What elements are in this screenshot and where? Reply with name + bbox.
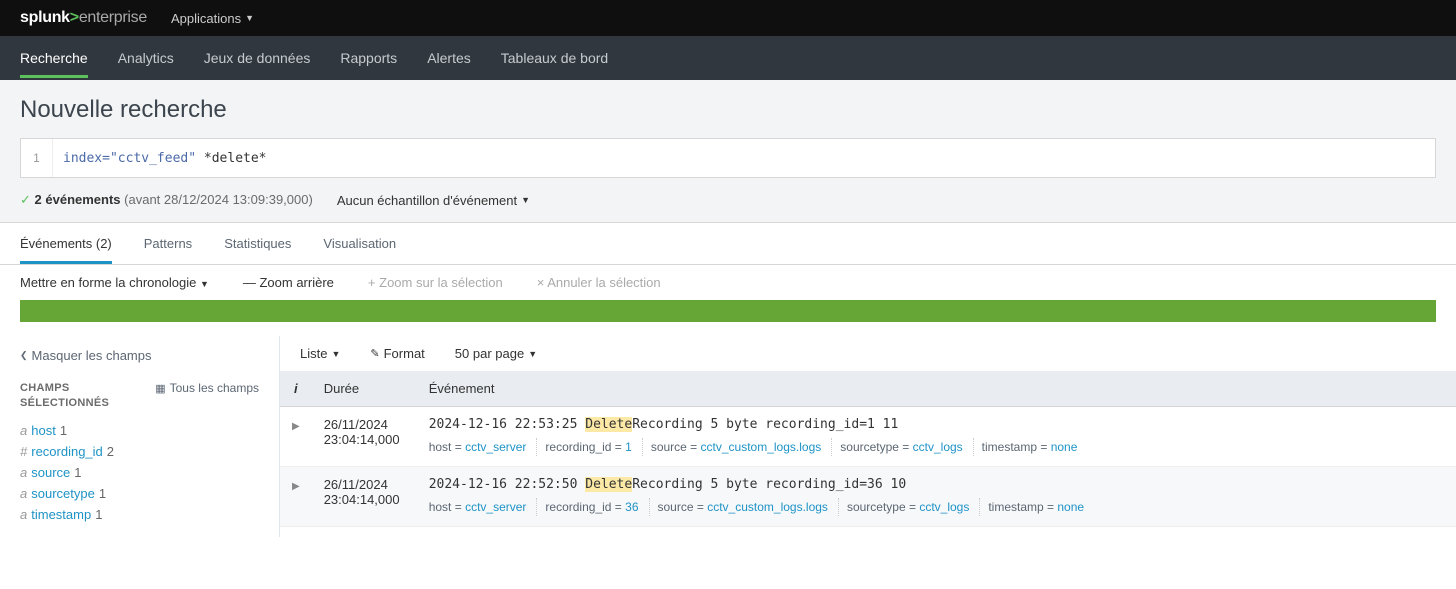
zoom-selection-button: + Zoom sur la sélection [368,275,503,290]
field-tag[interactable]: sourcetype = cctv_logs [840,438,973,456]
selected-fields-header: CHAMPSSÉLECTIONNÉS [20,381,109,412]
timeline-bar[interactable] [20,300,1436,322]
nav-rapports[interactable]: Rapports [340,38,397,78]
nav-recherche[interactable]: Recherche [20,38,88,78]
check-icon: ✓ [20,192,31,207]
nav-jeux-de-donnees[interactable]: Jeux de données [204,38,311,78]
all-fields-button[interactable]: ▦ Tous les champs [155,381,259,395]
logo: splunk>enterprise [20,9,147,27]
field-tag[interactable]: host = cctv_server [429,438,538,456]
chevron-down-icon: ▼ [200,279,209,289]
search-query[interactable]: index="cctv_feed" *delete* [53,151,1435,166]
tab-statistics[interactable]: Statistiques [224,223,291,264]
col-event: Événement [417,371,1456,407]
cancel-selection-button: × Annuler la sélection [537,275,661,290]
events-table: i Durée Événement ▶ 26/11/202423:04:14,00… [280,371,1456,527]
field-tag[interactable]: host = cctv_server [429,498,538,516]
event-time: 26/11/202423:04:14,000 [312,467,417,527]
view-mode-dropdown[interactable]: Liste ▼ [300,346,340,361]
grid-icon: ▦ [155,382,165,395]
nav-tableaux[interactable]: Tableaux de bord [501,38,608,78]
status-row: ✓ 2 événements (avant 28/12/2024 13:09:3… [20,178,1436,222]
field-timestamp[interactable]: atimestamp1 [20,504,259,525]
nav-bar: Recherche Analytics Jeux de données Rapp… [0,36,1456,80]
events-main: Liste ▼ ✎ Format 50 par page ▼ i Durée É… [280,336,1456,537]
event-count: 2 événements [35,192,121,207]
event-row: ▶ 26/11/202423:04:14,000 2024-12-16 22:53:… [280,407,1456,467]
nav-alertes[interactable]: Alertes [427,38,471,78]
chevron-down-icon: ▼ [528,349,537,359]
event-row: ▶ 26/11/202423:04:14,000 2024-12-16 22:52:… [280,467,1456,527]
fields-panel: ❮ Masquer les champs CHAMPSSÉLECTIONNÉS … [0,336,280,537]
pencil-icon: ✎ [370,347,379,360]
chevron-down-icon: ▼ [331,349,340,359]
view-controls: Liste ▼ ✎ Format 50 par page ▼ [280,336,1456,371]
top-bar: splunk>enterprise Applications▼ [0,0,1456,36]
line-number: 1 [21,139,53,177]
field-tag[interactable]: timestamp = none [988,498,1094,516]
field-tag[interactable]: recording_id = 1 [545,438,642,456]
chevron-down-icon: ▼ [245,13,254,23]
page-title: Nouvelle recherche [20,96,1436,124]
field-tag[interactable]: sourcetype = cctv_logs [847,498,980,516]
event-raw[interactable]: 2024-12-16 22:52:50 DeleteRecording 5 by… [429,477,1444,492]
field-source[interactable]: asource1 [20,462,259,483]
field-sourcetype[interactable]: asourcetype1 [20,483,259,504]
field-tag[interactable]: source = cctv_custom_logs.logs [651,438,832,456]
format-button[interactable]: ✎ Format [370,346,424,361]
expand-icon[interactable]: ▶ [292,481,300,492]
field-tag[interactable]: timestamp = none [982,438,1088,456]
chevron-left-icon: ❮ [20,350,28,361]
event-raw[interactable]: 2024-12-16 22:53:25 DeleteRecording 5 by… [429,417,1444,432]
result-tabs: Événements (2) Patterns Statistiques Vis… [0,222,1456,265]
event-range: (avant 28/12/2024 13:09:39,000) [124,192,313,207]
tab-patterns[interactable]: Patterns [144,223,192,264]
field-host[interactable]: ahost1 [20,420,259,441]
tab-events[interactable]: Événements (2) [20,223,112,264]
per-page-dropdown[interactable]: 50 par page ▼ [455,346,537,361]
event-time: 26/11/202423:04:14,000 [312,407,417,467]
sampling-dropdown[interactable]: Aucun échantillon d'événement▼ [337,193,530,208]
zoom-out-button[interactable]: — Zoom arrière [243,275,334,290]
search-box[interactable]: 1 index="cctv_feed" *delete* [20,138,1436,178]
expand-icon[interactable]: ▶ [292,421,300,432]
nav-analytics[interactable]: Analytics [118,38,174,78]
col-info: i [280,371,312,407]
field-recording_id[interactable]: #recording_id2 [20,441,259,462]
hide-fields-button[interactable]: ❮ Masquer les champs [20,348,259,363]
timeline-controls: Mettre en forme la chronologie ▼ — Zoom … [0,265,1456,300]
col-time[interactable]: Durée [312,371,417,407]
chevron-down-icon: ▼ [521,195,530,205]
format-timeline-dropdown[interactable]: Mettre en forme la chronologie ▼ [20,275,209,290]
tab-visualisation[interactable]: Visualisation [323,223,396,264]
field-tag[interactable]: source = cctv_custom_logs.logs [658,498,839,516]
applications-menu[interactable]: Applications▼ [171,11,254,26]
field-tag[interactable]: recording_id = 36 [545,498,649,516]
